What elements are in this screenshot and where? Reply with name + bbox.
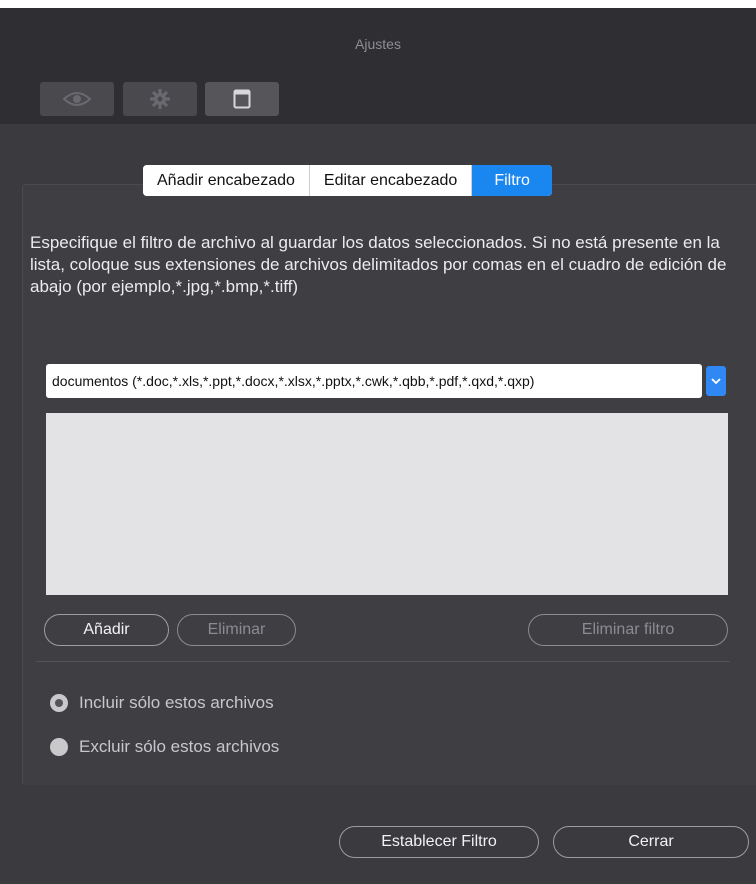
- filter-list[interactable]: [46, 413, 728, 595]
- tab-edit-header[interactable]: Editar encabezado: [309, 165, 473, 196]
- radio-unselected-icon: [50, 738, 68, 756]
- close-button[interactable]: Cerrar: [553, 826, 749, 858]
- filter-select-dropdown-button[interactable]: [706, 366, 726, 396]
- gear-icon: [150, 89, 170, 109]
- radio-exclude-only[interactable]: Excluir sólo estos archivos: [50, 737, 279, 757]
- add-button[interactable]: Añadir: [44, 614, 169, 646]
- toolbar-view-button[interactable]: [40, 82, 114, 116]
- radio-include-label: Incluir sólo estos archivos: [79, 693, 274, 712]
- chevron-down-icon: [711, 377, 721, 384]
- filter-select-value: documentos (*.doc,*.xls,*.ppt,*.docx,*.x…: [52, 373, 535, 389]
- window-icon: [233, 89, 251, 109]
- toolbar-filter-button[interactable]: [205, 82, 279, 116]
- eye-icon: [62, 92, 92, 106]
- remove-filter-button[interactable]: Eliminar filtro: [528, 614, 728, 646]
- toolbar-settings-button[interactable]: [123, 82, 197, 116]
- radio-exclude-label: Excluir sólo estos archivos: [79, 737, 280, 756]
- tab-bar: Añadir encabezado Editar encabezado Filt…: [143, 165, 552, 196]
- radio-selected-icon: [50, 694, 68, 712]
- tab-add-header[interactable]: Añadir encabezado: [143, 165, 310, 196]
- window-title: Ajustes: [355, 36, 401, 52]
- divider: [36, 661, 730, 662]
- filter-select[interactable]: documentos (*.doc,*.xls,*.ppt,*.docx,*.x…: [46, 364, 702, 398]
- radio-include-only[interactable]: Incluir sólo estos archivos: [50, 693, 274, 713]
- remove-button[interactable]: Eliminar: [177, 614, 296, 646]
- set-filter-button[interactable]: Establecer Filtro: [339, 826, 539, 858]
- tab-filter[interactable]: Filtro: [472, 165, 552, 196]
- titlebar: Ajustes: [0, 8, 756, 124]
- filter-description: Especifique el filtro de archivo al guar…: [30, 233, 727, 296]
